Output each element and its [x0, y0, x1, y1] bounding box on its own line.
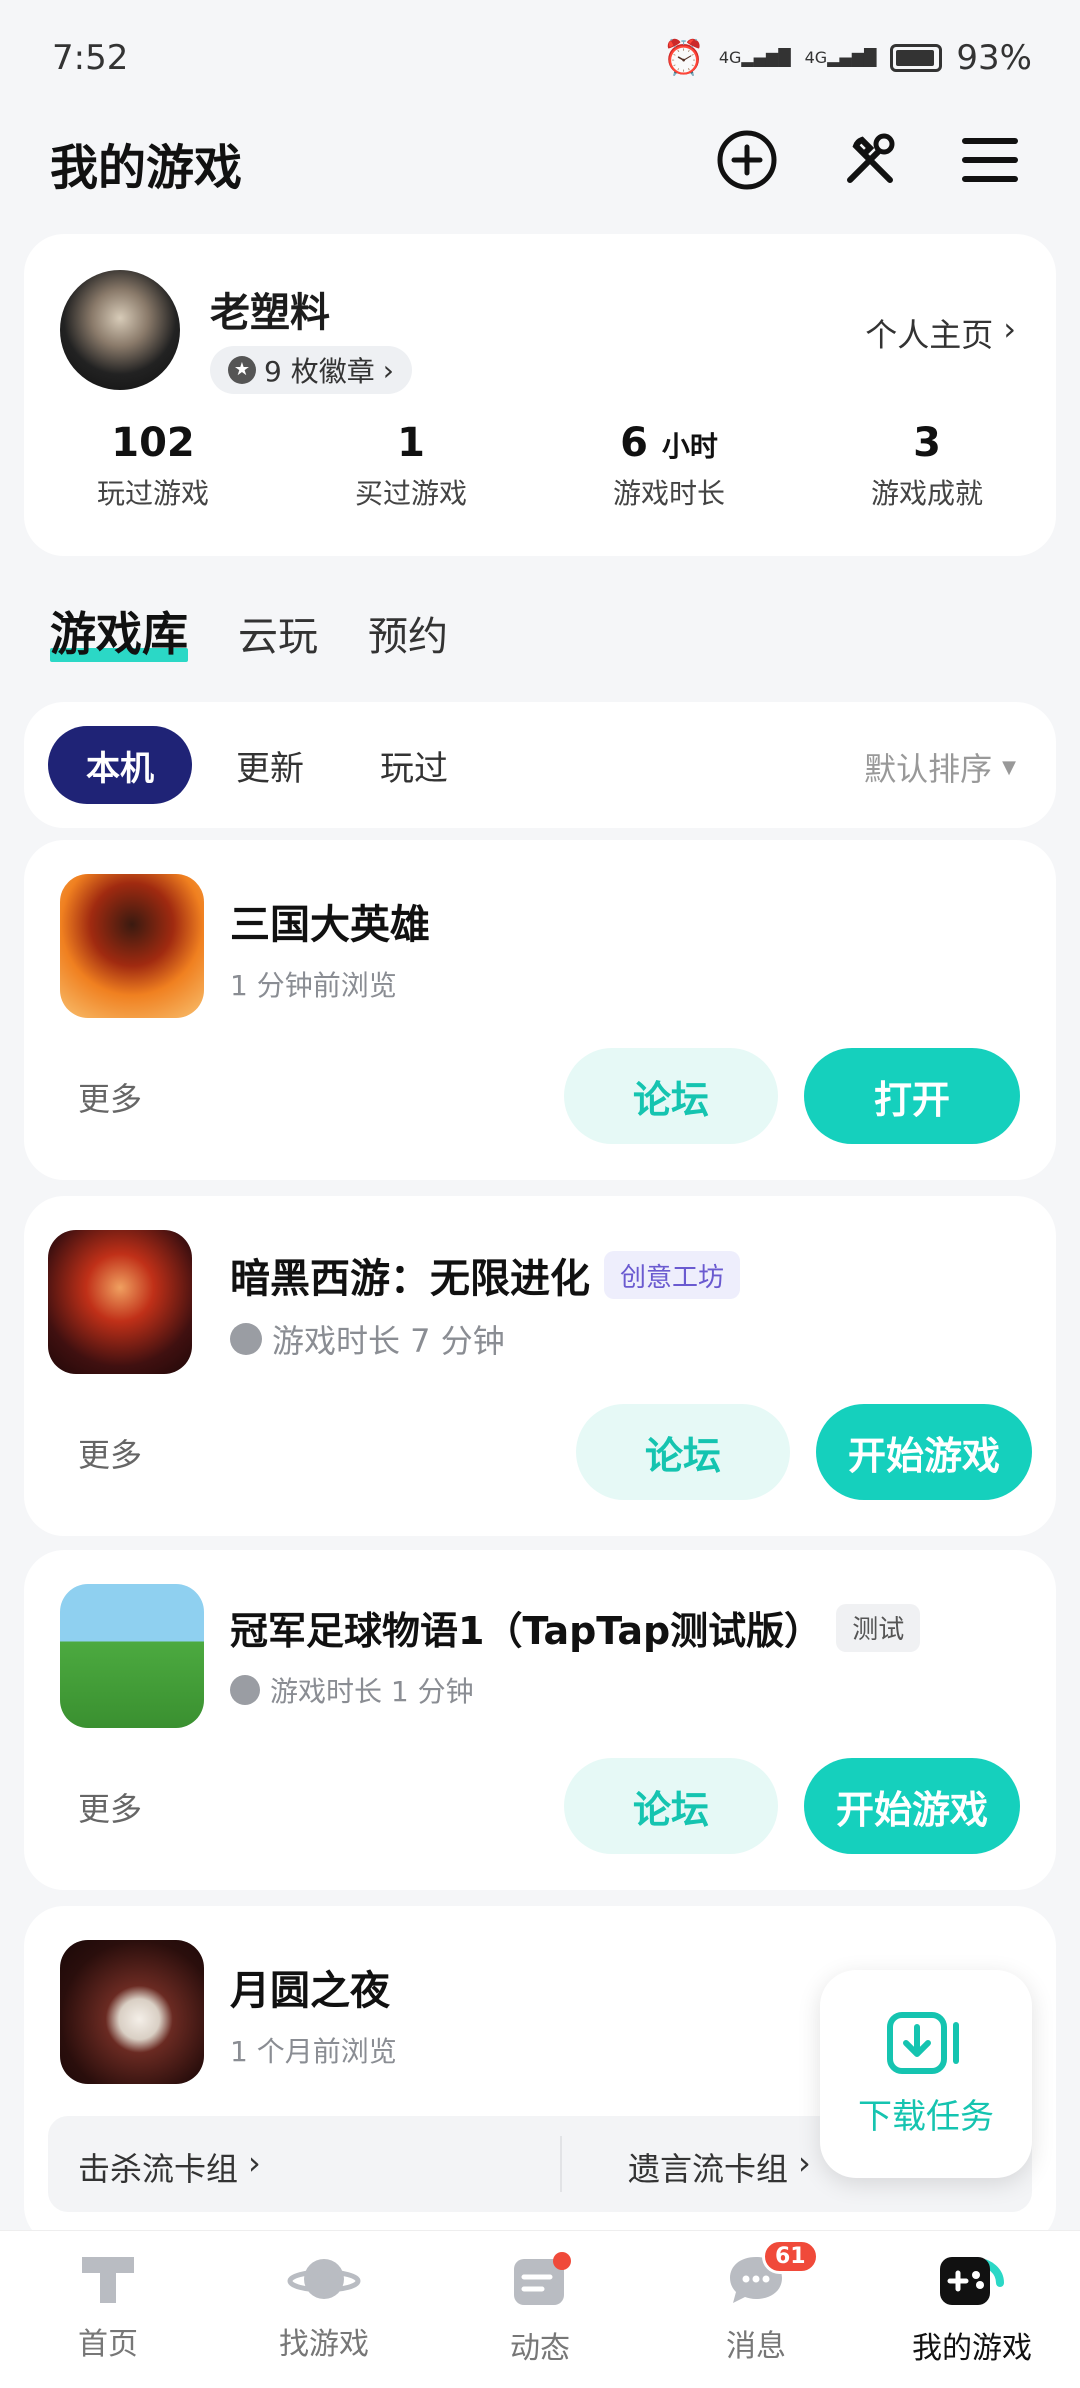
game-title-row: 暗黑西游：无限进化 创意工坊: [230, 1246, 741, 1304]
profile-card: 老塑料 ★ 9 枚徽章 › 个人主页 › 102 玩过游戏 1 买过游戏 6 小…: [24, 234, 1056, 556]
game-name: 暗黑西游：无限进化: [230, 1256, 590, 1302]
battery-level: 93%: [956, 38, 1032, 78]
open-button[interactable]: 打开: [804, 1048, 1020, 1144]
home-link[interactable]: 个人主页 ›: [865, 310, 1016, 356]
game-card[interactable]: 三国大英雄 1 分钟前浏览 更多 论坛 打开: [24, 840, 1056, 1180]
status-bar: 7:52 ⏰ 4G▂▄▆█ 4G▂▄▆█ 93%: [0, 30, 1080, 90]
stat-played[interactable]: 102 玩过游戏: [24, 420, 282, 512]
signal-icon-1: 4G▂▄▆█: [718, 48, 791, 67]
divider: [560, 2136, 562, 2192]
deck-link-kill[interactable]: 击杀流卡组 ›: [78, 2144, 261, 2190]
more-link[interactable]: 更多: [78, 1784, 142, 1830]
nav-discover[interactable]: 找游戏: [216, 2251, 432, 2363]
status-right: ⏰ 4G▂▄▆█ 4G▂▄▆█ 93%: [662, 38, 1032, 78]
stat-label: 玩过游戏: [96, 477, 209, 510]
sort-select[interactable]: 默认排序 ▼: [864, 744, 1016, 790]
test-tag: 测试: [836, 1603, 921, 1652]
planet-icon: [287, 2259, 361, 2299]
game-name: 月圆之夜: [230, 1968, 390, 2014]
stat-achievements[interactable]: 3 游戏成就: [798, 420, 1056, 512]
chevron-right-icon: ›: [1003, 310, 1016, 348]
caret-down-icon: ▼: [1002, 756, 1016, 778]
nav-home[interactable]: 首页: [0, 2251, 216, 2363]
game-icon: [60, 874, 204, 1018]
menu-icon: [962, 138, 1018, 182]
badges-button[interactable]: ★ 9 枚徽章 ›: [210, 346, 412, 394]
chevron-right-icon: ›: [248, 2144, 261, 2182]
bottom-nav: 首页 找游戏 动态 61 消息 我的游戏: [0, 2230, 1080, 2388]
stat-label: 游戏时长: [612, 477, 725, 510]
filter-bar: 本机 更新 玩过 默认排序 ▼: [24, 702, 1056, 828]
game-subtitle: 1 个月前浏览: [230, 2035, 397, 2068]
game-icon: [60, 1584, 204, 1728]
download-tasks-label: 下载任务: [858, 2096, 994, 2137]
game-subtitle: 游戏时长 1 分钟: [230, 1670, 474, 1710]
stat-bought[interactable]: 1 买过游戏: [282, 420, 540, 512]
workshop-tag: 创意工坊: [604, 1251, 741, 1299]
tab-library[interactable]: 游戏库: [50, 598, 188, 662]
unread-badge: 61: [762, 2239, 819, 2274]
more-link[interactable]: 更多: [78, 1430, 142, 1476]
battery-icon: [890, 44, 943, 72]
tab-reserve[interactable]: 预约: [368, 604, 448, 662]
game-icon: [48, 1230, 192, 1374]
page-title: 我的游戏: [50, 140, 243, 196]
alarm-icon: ⏰: [662, 38, 705, 78]
game-card[interactable]: 暗黑西游：无限进化 创意工坊 游戏时长 7 分钟 更多 论坛 开始游戏: [24, 1196, 1056, 1536]
timer-icon: [230, 1675, 260, 1705]
more-link[interactable]: 更多: [78, 1074, 142, 1120]
start-game-button[interactable]: 开始游戏: [804, 1758, 1020, 1854]
tools-button[interactable]: [835, 125, 905, 195]
deck-link-legacy[interactable]: 遗言流卡组 ›: [628, 2144, 811, 2190]
game-title-row: 冠军足球物语1（TapTap测试版） 测试: [230, 1600, 921, 1655]
home-link-label: 个人主页: [865, 316, 994, 354]
user-name: 老塑料: [210, 290, 330, 336]
game-subtitle: 游戏时长 7 分钟: [230, 1316, 505, 1362]
add-button[interactable]: [712, 125, 782, 195]
nav-feed[interactable]: 动态: [432, 2251, 648, 2367]
home-icon: [82, 2257, 134, 2303]
forum-button[interactable]: 论坛: [576, 1404, 790, 1500]
nav-my-games[interactable]: 我的游戏: [864, 2251, 1080, 2367]
download-tasks-button[interactable]: 下载任务: [820, 1970, 1032, 2178]
filter-local[interactable]: 本机: [48, 726, 192, 804]
timer-icon: [230, 1323, 262, 1355]
game-card[interactable]: 冠军足球物语1（TapTap测试版） 测试 游戏时长 1 分钟 更多 论坛 开始…: [24, 1550, 1056, 1890]
stat-label: 买过游戏: [354, 477, 467, 510]
filter-played[interactable]: 玩过: [354, 726, 474, 804]
gamepad-icon: [940, 2257, 1004, 2305]
nav-messages[interactable]: 61 消息: [648, 2239, 864, 2365]
chevron-right-icon: ›: [382, 353, 394, 387]
message-icon-wrap: 61: [724, 2239, 819, 2313]
status-time: 7:52: [52, 38, 129, 78]
badges-label: 9 枚徽章: [264, 355, 375, 388]
menu-button[interactable]: [955, 125, 1025, 195]
library-tabs: 游戏库 云玩 预约: [50, 598, 448, 662]
stat-playtime[interactable]: 6 小时 游戏时长: [540, 420, 798, 512]
sort-label: 默认排序: [864, 750, 993, 788]
medal-icon: ★: [228, 356, 256, 384]
stat-number: 6 小时: [620, 420, 718, 466]
game-icon: [60, 1940, 204, 2084]
game-name: 三国大英雄: [230, 902, 430, 948]
stat-number: 3: [913, 420, 941, 466]
chevron-right-icon: ›: [798, 2144, 811, 2182]
tab-cloud[interactable]: 云玩: [238, 604, 318, 662]
stats-row: 102 玩过游戏 1 买过游戏 6 小时 游戏时长 3 游戏成就: [24, 420, 1056, 512]
stat-number: 1: [397, 420, 425, 466]
avatar[interactable]: [60, 270, 180, 390]
plus-circle-icon: [717, 130, 777, 190]
forum-button[interactable]: 论坛: [564, 1758, 778, 1854]
tools-icon: [847, 133, 895, 183]
filter-update[interactable]: 更新: [210, 726, 330, 804]
game-name: 冠军足球物语1（TapTap测试版）: [230, 1609, 823, 1653]
forum-button[interactable]: 论坛: [564, 1048, 778, 1144]
signal-icon-2: 4G▂▄▆█: [804, 48, 877, 67]
stat-number: 102: [111, 420, 195, 466]
stat-label: 游戏成就: [870, 477, 983, 510]
start-game-button[interactable]: 开始游戏: [816, 1404, 1032, 1500]
download-icon: [887, 2011, 959, 2074]
game-subtitle: 1 分钟前浏览: [230, 969, 397, 1002]
feed-icon: [514, 2252, 571, 2305]
